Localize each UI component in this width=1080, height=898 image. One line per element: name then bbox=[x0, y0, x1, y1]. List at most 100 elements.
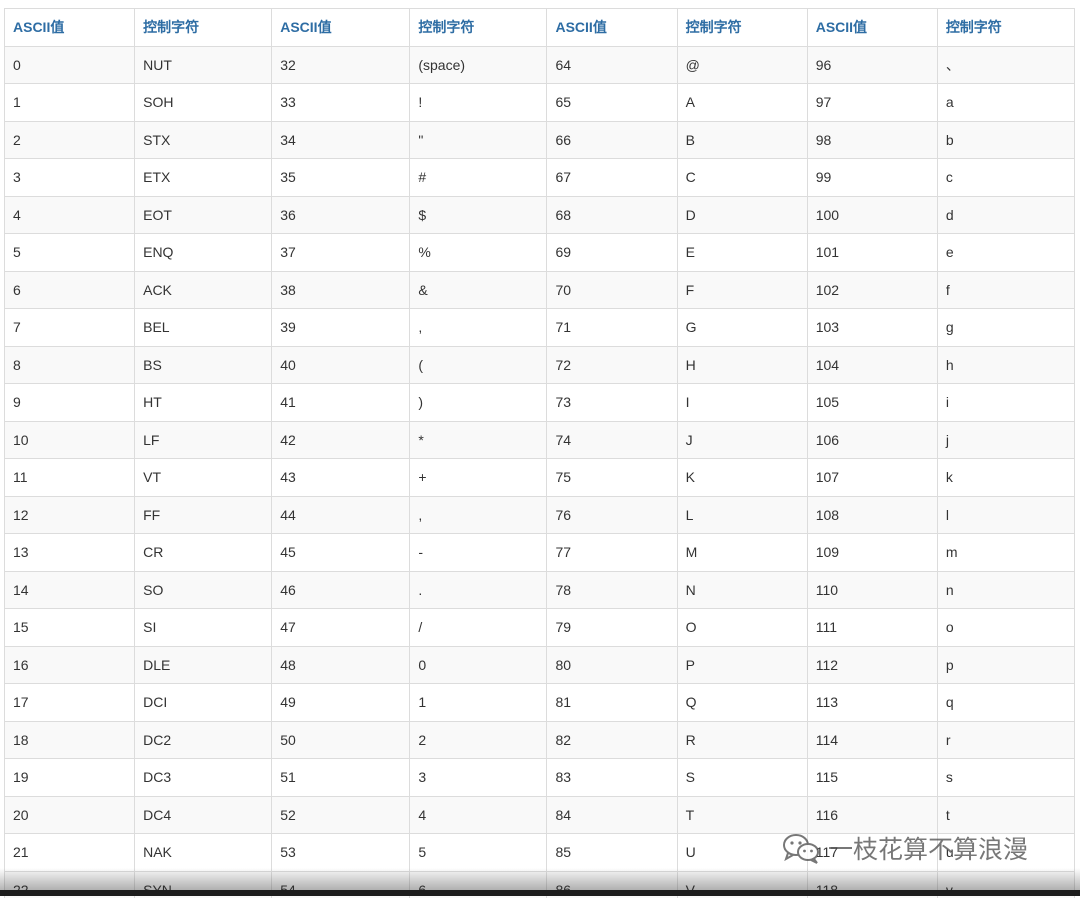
control-char-cell: b bbox=[936, 120, 1075, 159]
control-char-cell: r bbox=[936, 720, 1075, 759]
control-char-cell: R bbox=[676, 720, 808, 759]
control-char-cell: B bbox=[676, 120, 808, 159]
control-char-cell: DCI bbox=[134, 683, 273, 722]
control-char-cell: H bbox=[676, 345, 808, 384]
ascii-value-cell: 2 bbox=[4, 120, 136, 159]
control-char-cell: c bbox=[936, 158, 1075, 197]
control-char-cell: (space) bbox=[409, 45, 548, 84]
table-row: 0 NUT 32 (space) 64 @96、 bbox=[4, 45, 1075, 84]
ascii-value-cell: 79 bbox=[546, 608, 678, 647]
table-row: 16 DLE 48 0 80 P 112 p bbox=[4, 645, 1075, 684]
control-char-cell: ACK bbox=[134, 270, 273, 309]
ascii-value-cell: 115 bbox=[806, 758, 938, 797]
control-char-cell: . bbox=[409, 570, 548, 609]
table-row: 9 HT 41) 73 I 105 i bbox=[4, 383, 1075, 422]
control-char-cell: # bbox=[409, 158, 548, 197]
control-char-cell: SI bbox=[134, 608, 273, 647]
control-char-cell: LF bbox=[134, 420, 273, 459]
control-char-cell: VT bbox=[134, 458, 273, 497]
header-ascii-value: ASCII值 bbox=[271, 8, 411, 47]
ascii-value-cell: 83 bbox=[546, 758, 678, 797]
ascii-value-cell: 49 bbox=[271, 683, 411, 722]
ascii-value-cell: 0 bbox=[4, 45, 136, 84]
table-row: 8 BS 40(72 H 104 h bbox=[4, 345, 1075, 384]
ascii-value-cell: 72 bbox=[546, 345, 678, 384]
control-char-cell: F bbox=[676, 270, 808, 309]
ascii-value-cell: 114 bbox=[806, 720, 938, 759]
bottom-bar bbox=[0, 890, 1080, 896]
ascii-value-cell: 53 bbox=[271, 833, 411, 872]
ascii-value-cell: 20 bbox=[4, 795, 136, 834]
control-char-cell: t bbox=[936, 795, 1075, 834]
control-char-cell: DC2 bbox=[134, 720, 273, 759]
table-row: 19 DC3 51 3 83 S 115 s bbox=[4, 758, 1075, 797]
table-header: ASCII值 控制字符 ASCII值 控制字符 ASCII值 控制字符 ASCII值 控制字符 bbox=[4, 8, 1075, 47]
header-control-char: 控制字符 bbox=[936, 8, 1075, 47]
control-char-cell: $ bbox=[409, 195, 548, 234]
control-char-cell: f bbox=[936, 270, 1075, 309]
control-char-cell: @ bbox=[676, 45, 808, 84]
control-char-cell: L bbox=[676, 495, 808, 534]
control-char-cell: a bbox=[936, 83, 1075, 122]
ascii-value-cell: 9 bbox=[4, 383, 136, 422]
ascii-value-cell: 43 bbox=[271, 458, 411, 497]
control-char-cell: n bbox=[936, 570, 1075, 609]
ascii-value-cell: 4 bbox=[4, 195, 136, 234]
control-char-cell: ! bbox=[409, 83, 548, 122]
control-char-cell: m bbox=[936, 533, 1075, 572]
ascii-value-cell: 15 bbox=[4, 608, 136, 647]
ascii-value-cell: 97 bbox=[806, 83, 938, 122]
ascii-value-cell: 103 bbox=[806, 308, 938, 347]
table-row: 13 CR 45-77 M 109 m bbox=[4, 533, 1075, 572]
control-char-cell: P bbox=[676, 645, 808, 684]
ascii-value-cell: 3 bbox=[4, 158, 136, 197]
ascii-value-cell: 18 bbox=[4, 720, 136, 759]
table-row: 6 ACK 38 & 70 F 102 f bbox=[4, 270, 1075, 309]
ascii-value-cell: 21 bbox=[4, 833, 136, 872]
control-char-cell: ETX bbox=[134, 158, 273, 197]
control-char-cell: 0 bbox=[409, 645, 548, 684]
control-char-cell: h bbox=[936, 345, 1075, 384]
control-char-cell: FF bbox=[134, 495, 273, 534]
ascii-value-cell: 51 bbox=[271, 758, 411, 797]
ascii-value-cell: 101 bbox=[806, 233, 938, 272]
control-char-cell: HT bbox=[134, 383, 273, 422]
control-char-cell: l bbox=[936, 495, 1075, 534]
control-char-cell: K bbox=[676, 458, 808, 497]
ascii-value-cell: 48 bbox=[271, 645, 411, 684]
ascii-value-cell: 38 bbox=[271, 270, 411, 309]
table-row: 10 LF 42 * 74 J 106 j bbox=[4, 420, 1075, 459]
ascii-value-cell: 47 bbox=[271, 608, 411, 647]
ascii-value-cell: 112 bbox=[806, 645, 938, 684]
header-ascii-value: ASCII值 bbox=[546, 8, 678, 47]
header-ascii-value: ASCII值 bbox=[4, 8, 136, 47]
ascii-value-cell: 50 bbox=[271, 720, 411, 759]
ascii-value-cell: 45 bbox=[271, 533, 411, 572]
ascii-value-cell: 64 bbox=[546, 45, 678, 84]
ascii-value-cell: 41 bbox=[271, 383, 411, 422]
ascii-value-cell: 39 bbox=[271, 308, 411, 347]
ascii-value-cell: 42 bbox=[271, 420, 411, 459]
ascii-value-cell: 74 bbox=[546, 420, 678, 459]
table-row: 4 EOT 36 $68 D 100 d bbox=[4, 195, 1075, 234]
ascii-value-cell: 116 bbox=[806, 795, 938, 834]
ascii-value-cell: 107 bbox=[806, 458, 938, 497]
ascii-value-cell: 5 bbox=[4, 233, 136, 272]
ascii-value-cell: 12 bbox=[4, 495, 136, 534]
control-char-cell: " bbox=[409, 120, 548, 159]
table-row: 18 DC2 50 2 82 R 114 r bbox=[4, 720, 1075, 759]
control-char-cell: N bbox=[676, 570, 808, 609]
table-row: 20 DC4 52 4 84 T 116 t bbox=[4, 795, 1075, 834]
watermark-text: 一枝花算不算浪漫 bbox=[828, 835, 1029, 864]
ascii-value-cell: 105 bbox=[806, 383, 938, 422]
ascii-value-cell: 14 bbox=[4, 570, 136, 609]
control-char-cell: p bbox=[936, 645, 1075, 684]
control-char-cell: 1 bbox=[409, 683, 548, 722]
table-row: 14 SO 46. 78 N 110 n bbox=[4, 570, 1075, 609]
control-char-cell: e bbox=[936, 233, 1075, 272]
control-char-cell: ) bbox=[409, 383, 548, 422]
table-body: 0 NUT 32 (space) 64 @96、 1 SOH 33! 65 A 97 a 2 STX 34 " 6… bbox=[4, 45, 1075, 898]
header-row: ASCII值 控制字符 ASCII值 控制字符 ASCII值 控制字符 ASCII值 控制字符 bbox=[4, 8, 1075, 47]
ascii-value-cell: 69 bbox=[546, 233, 678, 272]
ascii-value-cell: 113 bbox=[806, 683, 938, 722]
